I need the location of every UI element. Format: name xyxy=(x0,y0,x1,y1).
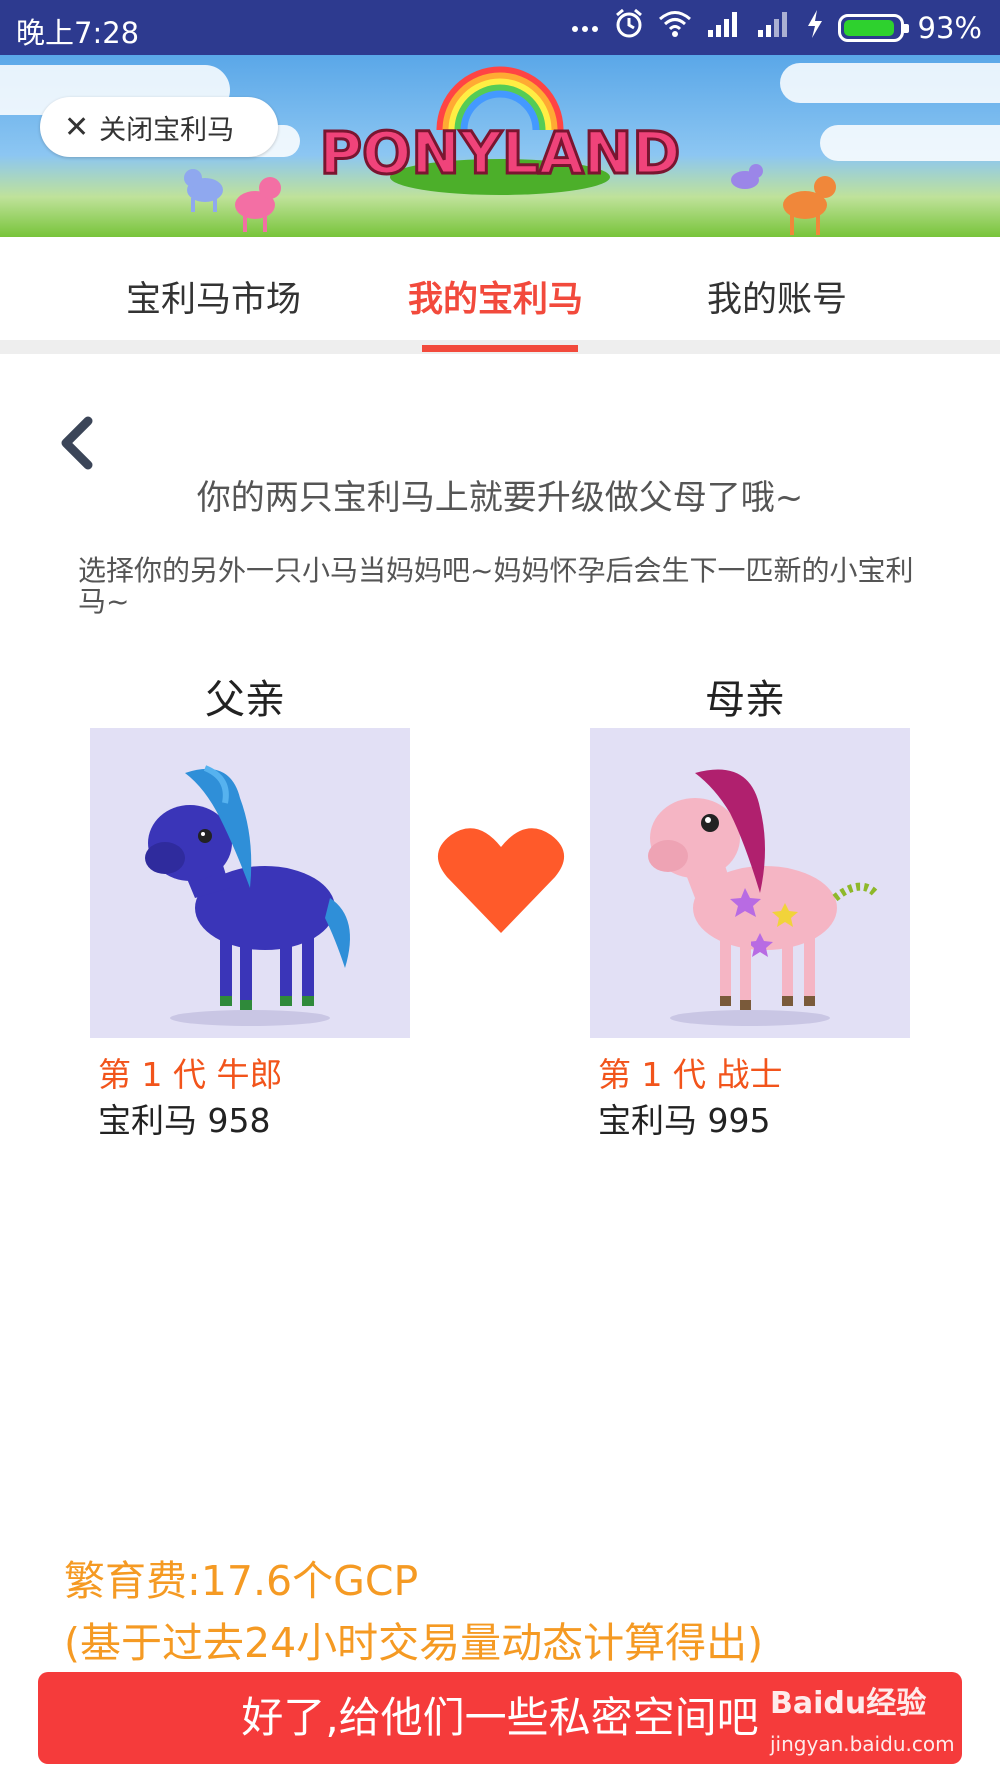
father-pony-card[interactable] xyxy=(90,728,410,1038)
tab-my-ponies[interactable]: 我的宝利马 xyxy=(408,271,583,322)
back-button[interactable] xyxy=(52,413,102,473)
tab-my-account[interactable]: 我的账号 xyxy=(707,271,847,322)
breeding-fee-note: (基于过去24小时交易量动态计算得出) xyxy=(64,1619,764,1667)
mother-pony-image xyxy=(648,769,878,1026)
close-icon: ✕ xyxy=(64,109,90,145)
back-chevron-icon xyxy=(61,416,93,470)
breeding-fee: 繁育费:17.6个GCP (基于过去24小时交易量动态计算得出) xyxy=(64,1550,763,1674)
mother-name: 宝利马 995 xyxy=(598,1101,771,1140)
close-ponyland-button[interactable]: ✕ 关闭宝利马 xyxy=(40,97,278,157)
baidu-watermark: Baidu经验 jingyan.baidu.com xyxy=(770,1670,980,1770)
breeding-description: 选择你的另外一只小马当妈妈吧~妈妈怀孕后会生下一匹新的小宝利马~ xyxy=(78,554,914,618)
father-pony-image xyxy=(145,765,350,1026)
watermark-main: Baidu经验 xyxy=(770,1686,927,1721)
charging-icon xyxy=(806,9,824,46)
logo-text: PONYLAND xyxy=(320,119,681,187)
wifi-icon xyxy=(658,10,692,45)
status-time: 晚上7:28 xyxy=(16,16,140,50)
ponyland-logo: PONYLAND xyxy=(300,55,700,237)
active-tab-indicator xyxy=(422,345,578,352)
father-generation: 第 1 代 牛郎 xyxy=(98,1055,283,1094)
mother-label: 母亲 xyxy=(705,677,785,723)
status-icons: 93% xyxy=(570,8,982,47)
ponyland-banner: PONYLAND ✕ 关闭宝利马 xyxy=(0,55,1000,237)
tab-bar: 宝利马市场 我的宝利马 我的账号 xyxy=(0,237,1000,354)
father-name: 宝利马 958 xyxy=(98,1101,271,1140)
father-label: 父亲 xyxy=(205,677,285,723)
signal-icon xyxy=(756,10,792,45)
battery-icon xyxy=(837,13,909,42)
signal-icon xyxy=(706,10,742,45)
breeding-fee-amount: 繁育费:17.6个GCP xyxy=(64,1557,419,1605)
breeding-headline: 你的两只宝利马上就要升级做父母了哦~ xyxy=(196,478,804,518)
alarm-icon xyxy=(614,8,644,47)
mother-generation: 第 1 代 战士 xyxy=(598,1055,783,1094)
status-bar: 晚上7:28 93% xyxy=(0,0,1000,55)
tab-pony-market[interactable]: 宝利马市场 xyxy=(126,271,301,322)
mother-pony-card[interactable] xyxy=(590,728,910,1038)
watermark-sub: jingyan.baidu.com xyxy=(770,1732,955,1756)
dots-icon xyxy=(570,9,600,46)
cloud xyxy=(780,63,1000,103)
close-label: 关闭宝利马 xyxy=(99,114,235,146)
banner-ponies-right xyxy=(731,164,836,235)
banner-ponies-left xyxy=(184,169,281,232)
heart-icon xyxy=(437,828,565,933)
battery-percent: 93% xyxy=(917,10,982,45)
